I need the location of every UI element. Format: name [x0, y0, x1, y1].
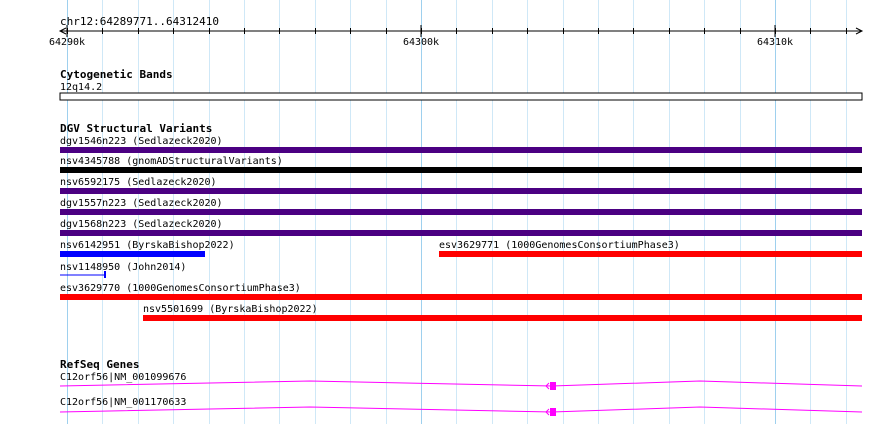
feature-label: esv3629770 (1000GenomesConsortiumPhase3): [60, 283, 301, 294]
track-title: Cytogenetic Bands: [60, 68, 173, 81]
feature-label: nsv1148950 (John2014): [60, 262, 186, 273]
ruler-tick-label: 64290k: [49, 37, 85, 48]
variant-feature[interactable]: [60, 230, 862, 236]
variant-feature[interactable]: [60, 147, 862, 153]
ruler-location: chr12:64289771..64312410: [60, 15, 219, 28]
track-dgv-structural-variants[interactable]: DGV Structural Variants dgv1546n223 (Sed…: [60, 122, 862, 321]
track-cytogenetic-bands[interactable]: Cytogenetic Bands 12q14.2: [59, 68, 863, 101]
variant-feature[interactable]: [60, 167, 862, 173]
feature-label: nsv5501699 (ByrskaBishop2022): [143, 304, 318, 315]
ruler-tick-label: 64310k: [757, 37, 793, 48]
genome-browser-view: chr12:64289771..64312410 64290k 64300k 6…: [49, 0, 864, 424]
feature-label: dgv1557n223 (Sedlazeck2020): [60, 198, 223, 209]
gene-label: C12orf56|NM_001099676: [60, 372, 186, 383]
variant-feature[interactable]: [60, 294, 862, 300]
gene-exon[interactable]: [550, 382, 556, 390]
track-title: RefSeq Genes: [60, 358, 139, 371]
ruler-tick-label: 64300k: [403, 37, 439, 48]
feature-label: nsv4345788 (gnomADStructuralVariants): [60, 156, 283, 167]
variant-feature[interactable]: [60, 251, 205, 257]
variant-feature[interactable]: [60, 188, 862, 194]
feature-label: nsv6142951 (ByrskaBishop2022): [60, 240, 235, 251]
variant-feature[interactable]: [143, 315, 862, 321]
feature-label: dgv1568n223 (Sedlazeck2020): [60, 219, 223, 230]
gene-model[interactable]: [59, 406, 863, 416]
variant-feature[interactable]: [60, 209, 862, 215]
track-title: DGV Structural Variants: [60, 122, 212, 135]
cytoband-label: 12q14.2: [60, 82, 102, 93]
gene-exon[interactable]: [550, 408, 556, 416]
variant-feature[interactable]: [439, 251, 862, 257]
cytoband-feature[interactable]: [59, 92, 863, 101]
feature-label: dgv1546n223 (Sedlazeck2020): [60, 136, 223, 147]
feature-label: nsv6592175 (Sedlazeck2020): [60, 177, 217, 188]
gene-label: C12orf56|NM_001170633: [60, 397, 186, 408]
feature-label: esv3629771 (1000GenomesConsortiumPhase3): [439, 240, 680, 251]
track-refseq-genes[interactable]: RefSeq Genes C12orf56|NM_001099676 C12or…: [59, 358, 863, 416]
